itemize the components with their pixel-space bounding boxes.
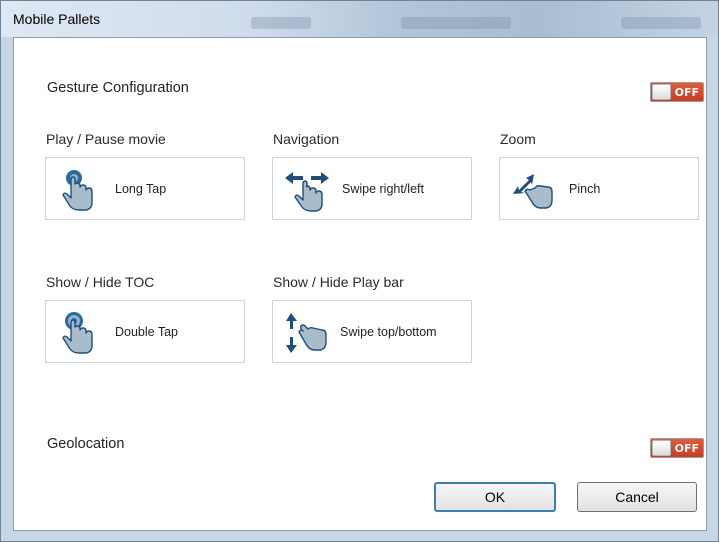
background-blur-shape	[251, 17, 311, 29]
long-tap-icon	[62, 170, 93, 211]
gesture-configuration-title: Gesture Configuration	[47, 80, 189, 96]
swipe-top-bottom-gesture[interactable]: Swipe top/bottom	[272, 300, 472, 363]
swipe-right-left-text: Swipe right/left	[342, 182, 424, 196]
dialog-content: Gesture Configuration OFF Play / Pause m…	[13, 37, 707, 531]
show-hide-toc-label: Show / Hide TOC	[46, 274, 155, 290]
swipe-right-left-gesture[interactable]: Swipe right/left	[272, 157, 472, 220]
cancel-button[interactable]: Cancel	[577, 482, 697, 512]
background-blur-shape	[621, 17, 701, 29]
toggle-knob	[652, 440, 671, 456]
double-tap-icon	[62, 312, 93, 354]
double-tap-gesture[interactable]: Double Tap	[45, 300, 245, 363]
geolocation-title: Geolocation	[47, 436, 125, 452]
pinch-icon	[513, 174, 553, 209]
ok-button[interactable]: OK	[434, 482, 556, 512]
geolocation-toggle[interactable]: OFF	[650, 438, 704, 458]
toggle-knob	[652, 84, 671, 100]
dialog-window: Mobile Pallets Gesture Configuration OFF…	[0, 0, 719, 542]
play-pause-label: Play / Pause movie	[46, 131, 166, 147]
toggle-state-label: OFF	[674, 442, 699, 455]
pinch-text: Pinch	[569, 182, 601, 196]
zoom-label: Zoom	[500, 131, 536, 147]
double-tap-text: Double Tap	[115, 325, 179, 339]
title-bar[interactable]: Mobile Pallets	[1, 1, 718, 37]
swipe-horizontal-icon	[285, 172, 329, 212]
window-title: Mobile Pallets	[13, 11, 101, 27]
background-blur-shape	[401, 17, 511, 29]
swipe-top-bottom-text: Swipe top/bottom	[340, 325, 437, 339]
toggle-state-label: OFF	[674, 86, 699, 99]
pinch-gesture[interactable]: Pinch	[499, 157, 699, 220]
show-hide-play-bar-label: Show / Hide Play bar	[273, 274, 404, 290]
gesture-configuration-toggle[interactable]: OFF	[650, 82, 704, 102]
navigation-label: Navigation	[273, 131, 340, 147]
long-tap-text: Long Tap	[115, 182, 167, 196]
long-tap-gesture[interactable]: Long Tap	[45, 157, 245, 220]
swipe-vertical-icon	[286, 313, 327, 353]
